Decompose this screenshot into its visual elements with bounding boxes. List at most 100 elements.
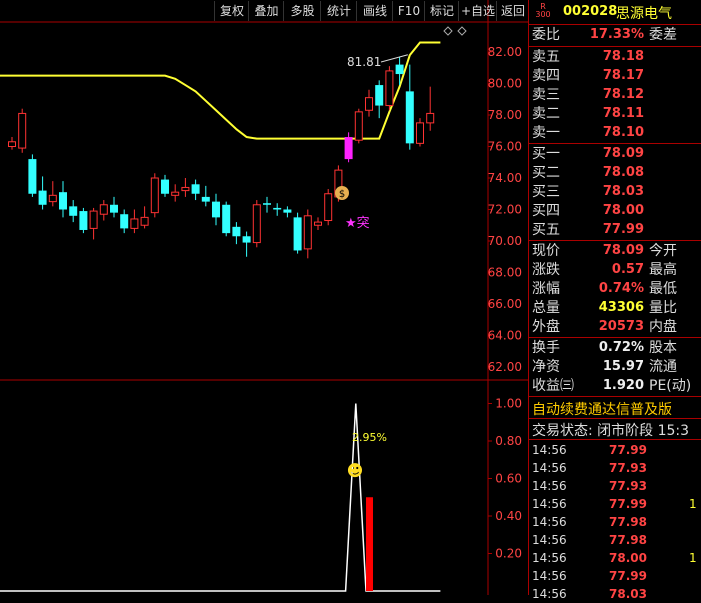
candle-body xyxy=(181,186,190,192)
toolbar: 复权 叠加 多股 统计 画线 F10 标记 +自选 返回 xyxy=(0,0,528,22)
candle-body xyxy=(140,216,149,226)
bid-price: 78.03 xyxy=(602,184,644,199)
toolbar-button-4[interactable]: 画线 xyxy=(356,1,393,21)
quote-panel: R 300 002028 思源电气 委比 17.33% 委差 卖五 78.18 卖四 78.1… xyxy=(528,0,701,601)
stat-row: 现价 78.09 今开 xyxy=(529,242,701,260)
indicator-tick-label: 0.60 xyxy=(495,472,522,486)
ask-row[interactable]: 卖五 78.18 xyxy=(529,48,701,66)
tick-time: 14:56 xyxy=(532,497,567,511)
candle-body xyxy=(405,91,414,144)
price-tick-label: 64.00 xyxy=(488,329,522,343)
toolbar-button-0[interactable]: 复权 xyxy=(214,1,249,21)
bid-row[interactable]: 买四 78.00 xyxy=(529,202,701,220)
tick-row: 14:56 77.98 xyxy=(529,531,701,549)
stock-name: 思源电气 xyxy=(616,6,672,22)
stat-label2: 量比 xyxy=(649,300,677,316)
breakout-signal: ★突 xyxy=(345,215,370,231)
stat-row: 外盘 20573 内盘 xyxy=(529,318,701,336)
candle-body xyxy=(252,204,261,244)
ask-label: 卖三 xyxy=(532,87,560,103)
ask-label: 卖五 xyxy=(532,49,560,65)
market-badge: R 300 xyxy=(535,2,551,19)
weicha-label: 委差 xyxy=(649,27,677,43)
ask-label: 卖四 xyxy=(532,68,560,84)
candle-body xyxy=(416,122,424,144)
stat2-row: 收益㈢ 1.920 PE(动) xyxy=(529,377,701,395)
weibi-value: 17.33% xyxy=(589,27,644,42)
tick-price: 78.03 xyxy=(609,587,647,601)
smiley-icon: ☻ xyxy=(347,461,364,480)
price-tick-label: 66.00 xyxy=(488,297,522,311)
tick-row: 14:56 78.03 xyxy=(529,585,701,603)
tick-price: 77.99 xyxy=(609,569,647,583)
tick-price: 77.99 xyxy=(609,443,647,457)
ask-row[interactable]: 卖二 78.11 xyxy=(529,105,701,123)
price-tick-label: 70.00 xyxy=(488,234,522,248)
bid-row[interactable]: 买一 78.09 xyxy=(529,145,701,163)
tick-price: 78.00 xyxy=(609,551,647,565)
settings-diamond-icon xyxy=(443,26,453,36)
toolbar-button-6[interactable]: 标记 xyxy=(424,1,459,21)
ask-row[interactable]: 卖四 78.17 xyxy=(529,67,701,85)
candle-body xyxy=(8,141,16,147)
stock-header[interactable]: R 300 002028 思源电气 xyxy=(529,0,701,24)
bid-row[interactable]: 买二 78.08 xyxy=(529,164,701,182)
tick-time: 14:56 xyxy=(532,515,567,529)
trade-status: 交易状态: 闭市阶段 15:3 xyxy=(532,423,690,439)
candle-body xyxy=(89,210,98,229)
bid-row[interactable]: 买五 77.99 xyxy=(529,221,701,239)
toolbar-button-2[interactable]: 多股 xyxy=(283,1,321,21)
price-tick-label: 62.00 xyxy=(488,360,522,374)
candle-body xyxy=(120,214,129,229)
settings-diamond-icon-2 xyxy=(457,26,467,36)
candle-body xyxy=(263,203,271,205)
candle-body xyxy=(395,64,404,75)
bid-row[interactable]: 买三 78.03 xyxy=(529,183,701,201)
stat2-value: 0.72% xyxy=(598,340,644,355)
ad-link[interactable]: 自动续费通达信普及版 xyxy=(532,399,672,419)
candle-body xyxy=(283,209,292,213)
candle-body xyxy=(201,196,210,202)
candle-body xyxy=(59,192,67,210)
candle-body xyxy=(28,159,37,194)
price-tick-label: 78.00 xyxy=(488,108,522,122)
candle-body xyxy=(150,177,159,214)
stat-label: 涨幅 xyxy=(532,281,560,297)
candle-body xyxy=(38,190,47,205)
candle-body xyxy=(99,204,108,215)
stat-value: 78.09 xyxy=(602,243,644,258)
ask-price: 78.12 xyxy=(602,87,644,102)
bid-label: 买三 xyxy=(532,184,560,200)
ask-row[interactable]: 卖三 78.12 xyxy=(529,86,701,104)
stat-label: 涨跌 xyxy=(532,262,560,278)
tick-price: 77.98 xyxy=(609,515,647,529)
stat2-label: 收益㈢ xyxy=(532,378,574,394)
tick-time: 14:56 xyxy=(532,569,567,583)
toolbar-button-1[interactable]: 叠加 xyxy=(248,1,284,21)
kline-chart[interactable]: 82.00 80.00 78.00 76.00 74.00 72.00 70.00 68.00… xyxy=(0,0,528,595)
bid-label: 买四 xyxy=(532,203,560,219)
candle-body xyxy=(222,204,231,234)
price-tick-label: 80.00 xyxy=(488,77,522,91)
toolbar-button-7[interactable]: +自选 xyxy=(458,1,497,21)
price-tick-label: 68.00 xyxy=(488,266,522,280)
stat2-row: 净资 15.97 流通 xyxy=(529,358,701,376)
bid-price: 78.08 xyxy=(602,165,644,180)
stat-label: 外盘 xyxy=(532,319,560,335)
weibi-row: 委比 17.33% 委差 xyxy=(529,26,701,44)
stat2-value: 15.97 xyxy=(602,359,644,374)
candle-body xyxy=(242,236,251,243)
stat-row: 总量 43306 量比 xyxy=(529,299,701,317)
indicator-tick-label: 1.00 xyxy=(495,397,522,411)
weibi-label: 委比 xyxy=(532,27,560,43)
candle-body xyxy=(161,179,169,194)
candle-body xyxy=(314,221,322,226)
ask-row[interactable]: 卖一 78.10 xyxy=(529,124,701,142)
toolbar-button-8[interactable]: 返回 xyxy=(496,1,529,21)
candle-body xyxy=(171,191,180,196)
toolbar-button-5[interactable]: F10 xyxy=(392,1,425,21)
toolbar-button-3[interactable]: 统计 xyxy=(320,1,357,21)
tick-time: 14:56 xyxy=(532,443,567,457)
stat-label: 总量 xyxy=(532,300,560,316)
tick-row: 14:56 77.99 1 xyxy=(529,495,701,513)
